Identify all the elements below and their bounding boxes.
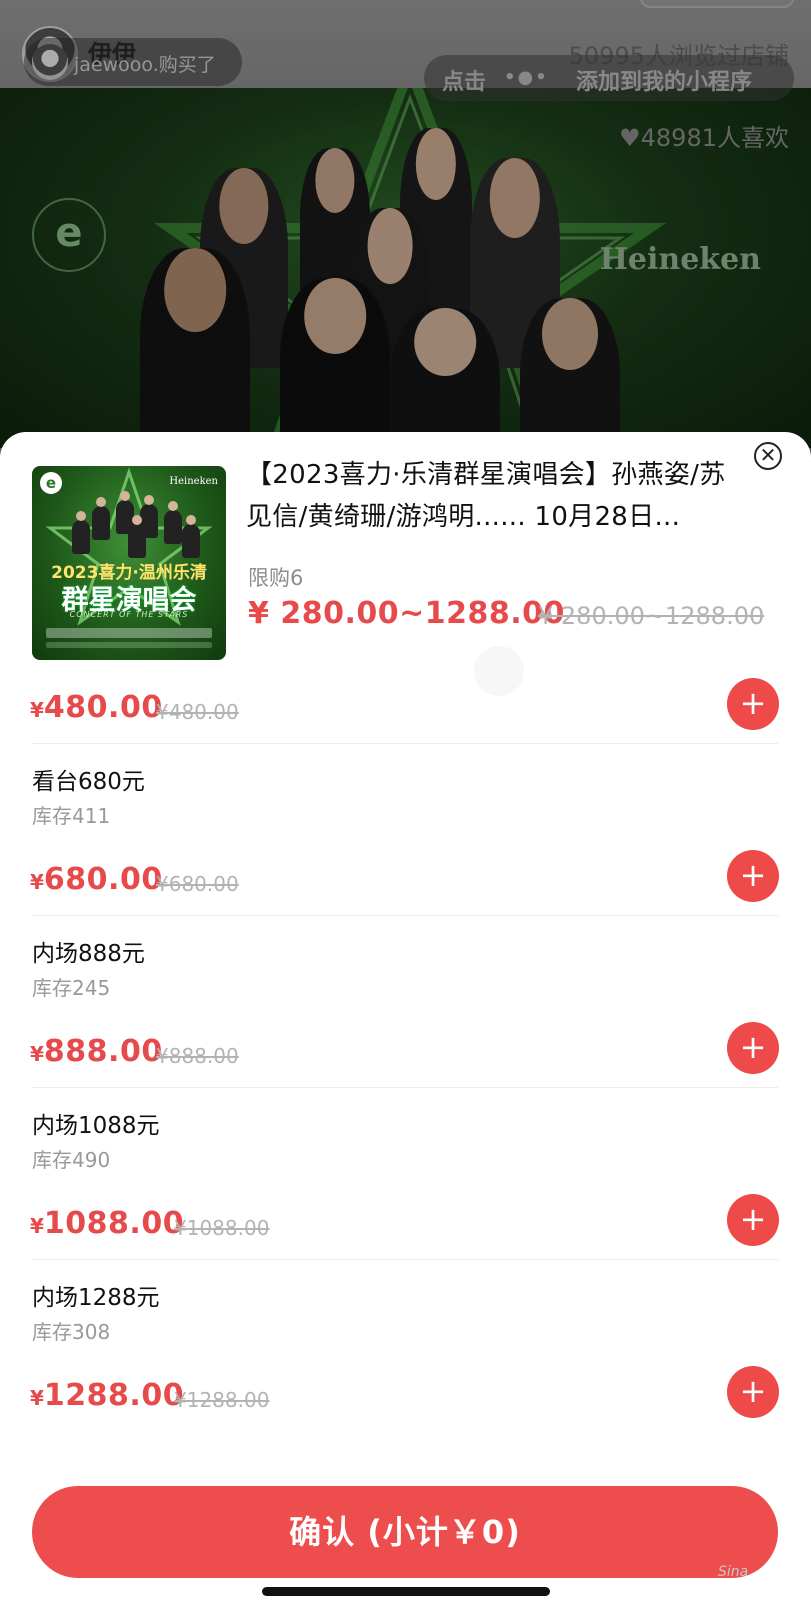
tier-original-price: ¥680.00 [156,872,239,896]
currency-symbol: ¥ [30,870,44,894]
product-thumbnail: e Heineken 2023喜力·温州乐清 群星演唱会 CONCERT OF … [32,466,226,660]
tier-original-price: ¥1088.00 [174,1216,270,1240]
tier-name: 内场1088元 [32,1113,160,1139]
original-price-range: ¥ 280.00~1288.00 [538,602,765,630]
thumbnail-info-bar [46,642,212,648]
thumbnail-subtitle: CONCERT OF THE STARS [69,610,189,619]
tier-original-price: ¥480.00 [156,700,239,724]
tier-stock: 库存490 [32,1148,111,1172]
currency-symbol: ¥ [30,698,44,722]
tier-price: ¥1088.00 [30,1206,185,1241]
tier-original-price: ¥888.00 [156,1044,239,1068]
performer-figure [72,511,90,554]
divider [32,743,778,744]
tier-stock: 库存411 [32,804,111,828]
close-icon[interactable]: ✕ [754,442,782,470]
tier-price: ¥680.00 [30,862,163,897]
loading-spinner-icon [474,646,524,696]
divider [32,915,778,916]
tier-price: ¥480.00 [30,690,163,725]
divider [32,1087,778,1088]
tier-name: 内场888元 [32,941,145,967]
currency-symbol: ¥ [30,1386,44,1410]
sku-selection-sheet: e Heineken 2023喜力·温州乐清 群星演唱会 CONCERT OF … [0,432,811,1600]
add-button[interactable]: + [727,1022,779,1074]
add-button[interactable]: + [727,1194,779,1246]
thumbnail-info-bar [46,628,212,638]
performer-figure [92,497,110,540]
tier-stock: 库存308 [32,1320,111,1344]
product-title: 【2023喜力·乐清群星演唱会】孙燕姿/苏见信/黄绮珊/游鸿明...... 10… [246,460,726,532]
purchase-limit: 限购6 [248,566,304,590]
add-button[interactable]: + [727,850,779,902]
home-indicator[interactable] [262,1587,550,1596]
add-button[interactable]: + [727,678,779,730]
tier-stock: 库存245 [32,976,111,1000]
tier-price: ¥888.00 [30,1034,163,1069]
performer-figure [164,501,182,544]
performer-figure [182,515,200,558]
tier-name: 内场1288元 [32,1285,160,1311]
tier-name: 看台680元 [32,769,145,795]
add-button[interactable]: + [727,1366,779,1418]
tier-original-price: ¥1288.00 [174,1388,270,1412]
performer-figure [128,515,146,558]
thumbnail-logo: e [40,472,62,494]
currency-symbol: ¥ [30,1042,44,1066]
watermark-logo: Sina [718,1564,749,1580]
tier-price: ¥1288.00 [30,1378,185,1413]
price-range: ¥ 280.00~1288.00 [248,596,565,631]
divider [32,1259,778,1260]
confirm-button[interactable]: 确认 (小计￥0) [32,1486,778,1578]
thumbnail-brand: Heineken [169,476,218,487]
currency-symbol: ¥ [30,1214,44,1238]
